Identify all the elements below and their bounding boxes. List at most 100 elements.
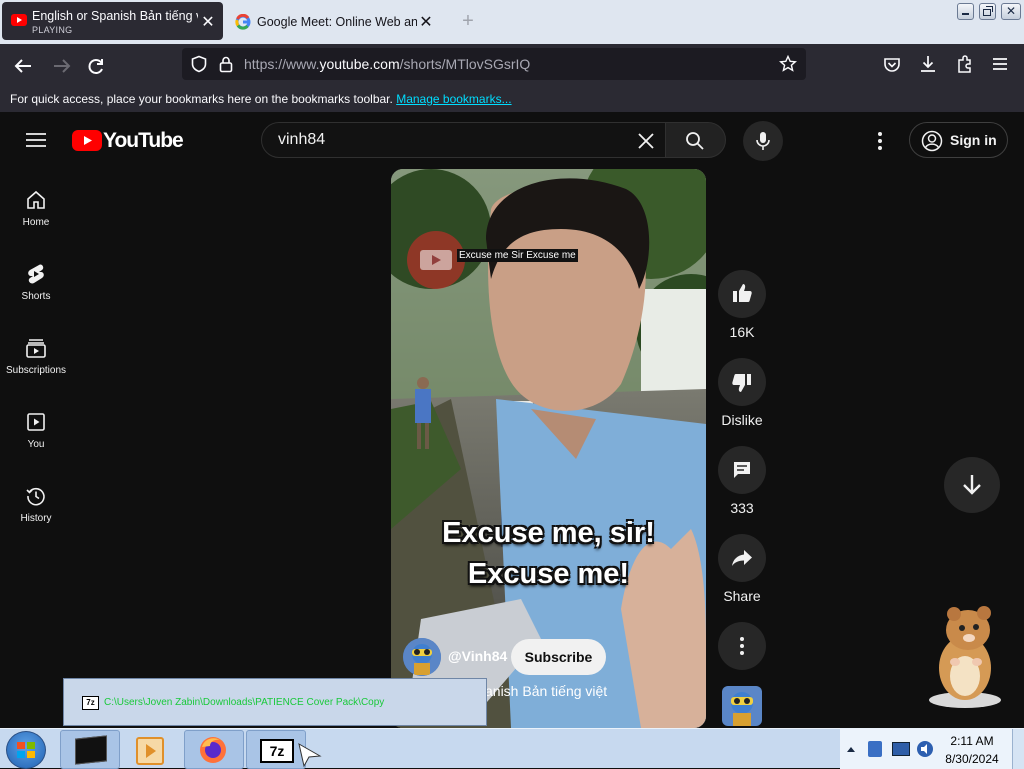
url-domain: youtube.com xyxy=(319,56,400,72)
seven-zip-icon: 7z xyxy=(260,739,294,763)
popup-path-text: C:\Users\Joven Zabin\Downloads\PATIENCE … xyxy=(104,697,385,708)
subscriptions-icon xyxy=(26,339,46,358)
youtube-logo-icon xyxy=(72,130,102,151)
clock-time[interactable]: 2:11 AM xyxy=(942,734,1002,748)
browser-tab-strip: English or Spanish Bản tiếng việt PLAYIN… xyxy=(0,0,1024,44)
menu-hamburger-icon[interactable] xyxy=(991,55,1009,73)
thumbs-up-icon xyxy=(733,284,752,302)
bookmarks-hint-text: For quick access, place your bookmarks h… xyxy=(10,92,393,106)
you-icon xyxy=(27,413,45,431)
subtitle-line: Excuse me, sir! xyxy=(442,517,655,549)
show-hidden-icons-icon[interactable] xyxy=(846,745,856,753)
history-icon xyxy=(26,487,45,506)
clear-search-icon[interactable] xyxy=(637,132,655,150)
like-button[interactable] xyxy=(718,270,766,318)
hamster-desktop-pet-icon[interactable] xyxy=(920,600,1010,710)
video-camera-icon xyxy=(420,250,452,270)
more-vertical-icon xyxy=(740,637,744,655)
sidebar-item-you[interactable]: You xyxy=(0,411,72,481)
search-input[interactable]: vinh84 xyxy=(278,131,325,149)
url-prefix: https://www. xyxy=(244,56,320,72)
url-text[interactable]: https://www.youtube.com/shorts/MTlovSGsr… xyxy=(244,56,530,72)
tab-google-meet[interactable]: Google Meet: Online Web and V ✕ xyxy=(229,2,453,40)
burned-subtitles: Excuse me, sir! Excuse me! xyxy=(391,513,706,595)
mouse-cursor-icon xyxy=(298,743,322,767)
sidebar-label: Shorts xyxy=(21,291,51,302)
tab-title: English or Spanish Bản tiếng việt xyxy=(32,9,198,23)
comments-button[interactable] xyxy=(718,446,766,494)
back-icon[interactable] xyxy=(11,53,37,79)
audio-source-thumbnail[interactable] xyxy=(722,686,762,726)
sign-in-button[interactable]: Sign in xyxy=(909,122,1008,158)
short-title[interactable]: anish Bản tiếng việt xyxy=(485,683,607,699)
search-icon xyxy=(686,132,704,150)
bookmark-star-icon[interactable] xyxy=(779,55,797,73)
close-window-icon[interactable]: ✕ xyxy=(1001,3,1021,20)
subscribe-button[interactable]: Subscribe xyxy=(511,639,606,675)
sidebar-label: Home xyxy=(22,217,50,228)
volume-icon[interactable] xyxy=(916,740,934,758)
network-icon[interactable] xyxy=(892,742,910,756)
channel-handle[interactable]: @Vinh84 xyxy=(448,648,507,664)
pocket-icon[interactable] xyxy=(882,55,902,75)
sidebar-item-history[interactable]: History xyxy=(0,485,72,555)
windows-logo-icon xyxy=(17,742,35,758)
channel-avatar[interactable] xyxy=(403,638,441,676)
lock-icon[interactable] xyxy=(218,55,234,73)
share-arrow-icon xyxy=(732,550,752,566)
taskbar-item-terminal[interactable] xyxy=(60,730,120,769)
guide-menu-icon[interactable] xyxy=(26,132,46,148)
sidebar-item-subscriptions[interactable]: Subscriptions xyxy=(0,337,72,407)
new-tab-icon[interactable]: + xyxy=(457,10,479,32)
dislike-button[interactable] xyxy=(718,358,766,406)
windows-taskbar: 7z 2:11 AM 8/30/2024 xyxy=(0,728,1024,769)
shield-icon[interactable] xyxy=(190,55,208,73)
more-actions-button[interactable] xyxy=(718,622,766,670)
avatar-character-icon xyxy=(403,638,441,676)
sidebar-label: History xyxy=(20,513,52,524)
tab-youtube-short[interactable]: English or Spanish Bản tiếng việt PLAYIN… xyxy=(2,2,223,40)
forward-icon[interactable] xyxy=(48,53,74,79)
taskbar-item-media-player[interactable] xyxy=(122,730,180,767)
browser-navigation-bar: https://www.youtube.com/shorts/MTlovSGsr… xyxy=(0,44,1024,86)
taskbar-thumbnail-popup[interactable]: 7z C:\Users\Joven Zabin\Downloads\PATIEN… xyxy=(63,678,487,726)
start-button[interactable] xyxy=(6,731,46,769)
youtube-logo-text: YouTube xyxy=(103,129,184,152)
restore-window-icon[interactable] xyxy=(979,3,996,20)
minimize-window-icon[interactable] xyxy=(957,3,974,20)
voice-search-button[interactable] xyxy=(743,121,783,161)
share-button[interactable] xyxy=(718,534,766,582)
system-tray: 2:11 AM 8/30/2024 xyxy=(840,729,1024,769)
more-options-icon[interactable] xyxy=(876,130,884,152)
taskbar-item-7zip[interactable]: 7z xyxy=(246,730,306,769)
seven-zip-icon: 7z xyxy=(82,696,99,710)
manage-bookmarks-link[interactable]: Manage bookmarks... xyxy=(396,92,511,106)
sidebar-label: You xyxy=(27,439,45,450)
sidebar-item-home[interactable]: Home xyxy=(0,189,72,259)
like-count: 16K xyxy=(729,324,755,340)
terminal-icon xyxy=(75,735,107,765)
close-tab-icon[interactable]: ✕ xyxy=(417,14,435,32)
taskbar-item-firefox[interactable] xyxy=(184,730,244,769)
clock-date[interactable]: 8/30/2024 xyxy=(940,752,1004,766)
sidebar-item-shorts[interactable]: Shorts xyxy=(0,263,72,333)
reload-icon[interactable] xyxy=(83,53,109,79)
address-bar[interactable]: https://www.youtube.com/shorts/MTlovSGsr… xyxy=(182,48,806,80)
dislike-label: Dislike xyxy=(721,412,763,428)
share-label: Share xyxy=(723,588,761,604)
next-short-button[interactable] xyxy=(944,457,1000,513)
subtitle-line: Excuse me! xyxy=(467,558,630,590)
tab-title: Google Meet: Online Web and V xyxy=(257,15,417,29)
extensions-icon[interactable] xyxy=(955,54,975,74)
close-tab-icon[interactable]: ✕ xyxy=(199,14,217,32)
short-video-player[interactable]: Excuse me Sir Excuse me Excuse me, sir! … xyxy=(391,169,706,728)
search-button[interactable] xyxy=(665,122,726,158)
tray-app-icon[interactable] xyxy=(868,741,882,757)
show-desktop-button[interactable] xyxy=(1012,729,1024,769)
shorts-icon xyxy=(28,264,44,284)
media-player-icon xyxy=(136,737,164,765)
downloads-icon[interactable] xyxy=(918,54,938,74)
avatar-character-icon xyxy=(722,686,762,726)
thumbs-down-icon xyxy=(732,374,751,392)
tab-playing-status: PLAYING xyxy=(32,25,73,35)
